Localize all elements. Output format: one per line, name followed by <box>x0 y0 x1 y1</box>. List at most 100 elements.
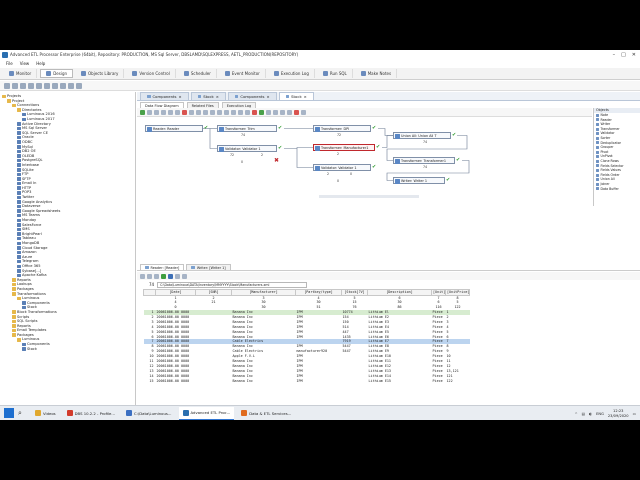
flow-node-trim[interactable]: Transformer: Trim ✔ <box>217 125 282 132</box>
cut-icon[interactable] <box>36 82 42 89</box>
windows-start-icon[interactable] <box>4 408 14 418</box>
delete-icon[interactable] <box>182 109 187 115</box>
mode-make-notes-button[interactable]: Make Notes <box>356 69 398 78</box>
search-icon[interactable] <box>76 82 82 89</box>
save-icon[interactable] <box>147 109 152 115</box>
document-tab[interactable]: Components × <box>140 92 189 100</box>
zoom-in-icon[interactable] <box>266 109 271 115</box>
minimize-button[interactable]: – <box>613 50 616 60</box>
notifications-icon[interactable]: ▭ <box>633 412 636 416</box>
table-cell[interactable]: [Stock]?V] <box>341 289 368 296</box>
notification-chevron-icon[interactable]: ^ <box>575 412 578 416</box>
table-cell[interactable]: 122 <box>445 378 470 384</box>
help-icon[interactable] <box>301 109 306 115</box>
flow-node-trans2[interactable]: Transformer: Transformer1 ✔ <box>393 157 460 164</box>
flow-node-val1[interactable]: Validator: Validator 1 ✔ <box>217 145 282 152</box>
menu-view[interactable]: View <box>20 60 30 68</box>
source-path-field[interactable]: C:\Data\Luminous\DATA\Inventory\MMYYYY\S… <box>157 281 308 288</box>
export-icon[interactable] <box>287 109 292 115</box>
redo-icon[interactable] <box>196 109 201 115</box>
paste-icon[interactable] <box>52 82 58 89</box>
data-flow-canvas[interactable]: Reader: Reader ✔ Transformer: Trim ✔ Validat… <box>137 117 592 199</box>
mode-version-control-button[interactable]: Version Control <box>127 69 176 78</box>
prev-icon[interactable] <box>147 273 152 279</box>
mode-run-sql-button[interactable]: Run SQL <box>318 69 353 78</box>
grid-icon[interactable] <box>231 109 236 115</box>
table-cell[interactable]: 20061006-00 0000 <box>155 378 196 384</box>
taskbar-app[interactable]: Data & ETL Services... <box>237 407 295 420</box>
table-cell[interactable]: [UnitPrice]IZ] <box>445 289 470 296</box>
open-icon[interactable] <box>12 82 18 89</box>
volume-icon[interactable]: ◐ <box>589 412 592 416</box>
close-icon[interactable]: × <box>266 93 269 101</box>
document-tab[interactable]: Components × <box>227 92 277 101</box>
palette-item[interactable]: Data Buffer <box>594 187 640 192</box>
align-bottom-icon[interactable] <box>224 109 229 115</box>
close-icon[interactable]: × <box>216 93 219 101</box>
mode-scheduler-button[interactable]: Scheduler <box>179 69 217 78</box>
menu-file[interactable]: File <box>6 60 13 68</box>
mode-objects-library-button[interactable]: Objects Library <box>76 69 125 78</box>
table-cell[interactable] <box>195 378 232 384</box>
add-icon[interactable] <box>161 273 166 279</box>
table-cell[interactable]: [Unit] <box>431 289 446 296</box>
tree-item[interactable]: Stock <box>0 347 135 352</box>
link-icon[interactable] <box>238 109 243 115</box>
zoom-out-icon[interactable] <box>273 109 278 115</box>
flow-node-reader[interactable]: Reader: Reader ✔ <box>145 125 208 132</box>
table-cell[interactable]: Lithium E15 <box>367 378 432 384</box>
taskbar-app[interactable]: DBS 10.2.2 - Profile... <box>63 407 119 420</box>
taskbar-app[interactable]: C:\Data\Luminous... <box>122 407 176 420</box>
document-tab[interactable]: Stock × <box>278 92 314 101</box>
taskbar-app[interactable]: Videos <box>31 407 60 420</box>
copy-icon[interactable] <box>168 109 173 115</box>
mode-design-button[interactable]: Design <box>40 69 74 78</box>
align-right-icon[interactable] <box>210 109 215 115</box>
network-icon[interactable]: ▤ <box>582 412 585 416</box>
delete-icon[interactable] <box>28 82 34 89</box>
export-icon[interactable] <box>182 273 187 279</box>
filter-icon[interactable] <box>175 273 180 279</box>
preview-tab[interactable]: Writer: [Writer 1] <box>186 264 231 270</box>
flow-node-writer[interactable]: Writer: Writer 1 ✔ <box>393 177 450 184</box>
preview-grid[interactable]: [Date] [SNR] [Manufacturer] [Partkey/type][… <box>143 289 470 384</box>
refresh-icon[interactable] <box>168 273 173 279</box>
close-icon[interactable]: × <box>304 93 307 101</box>
table-cell[interactable]: Piece <box>431 378 446 384</box>
project-tree[interactable]: Projects Project Connections Directories Lum… <box>0 92 136 410</box>
mode-monitor-button[interactable]: Monitor <box>4 69 38 78</box>
flow-node-dpi[interactable]: Transformer: DPI ✔ <box>313 125 376 132</box>
preview-tab[interactable]: Reader: [Reader] <box>140 264 185 270</box>
play-icon[interactable] <box>259 109 264 115</box>
cut-icon[interactable] <box>161 109 166 115</box>
unlink-icon[interactable] <box>245 109 250 115</box>
save-icon[interactable] <box>20 82 26 89</box>
document-tab[interactable]: Stock × <box>190 92 226 101</box>
flow-node-manu[interactable]: Transformer: Manufacturer1 ✔ <box>313 144 380 151</box>
table-cell[interactable] <box>341 378 368 384</box>
mode-event-monitor-button[interactable]: Event Monitor <box>220 69 266 78</box>
clock[interactable]: 12:23 23/09/2020 <box>608 409 629 418</box>
table-cell[interactable]: Banana Inc <box>231 378 296 384</box>
undo-icon[interactable] <box>189 109 194 115</box>
taskbar-app[interactable]: Advanced ETL Proc... <box>178 406 235 420</box>
close-button[interactable]: ✕ <box>632 50 636 60</box>
table-cell[interactable]: IPM <box>295 378 342 384</box>
first-icon[interactable] <box>140 273 145 279</box>
copy-icon[interactable] <box>44 82 50 89</box>
flow-node-union[interactable]: Union All: Union All T ✔ <box>393 132 456 139</box>
run-icon[interactable] <box>140 109 145 115</box>
next-icon[interactable] <box>154 273 159 279</box>
close-icon[interactable]: × <box>179 93 182 101</box>
stop-icon[interactable] <box>252 109 257 115</box>
mode-execution-log-button[interactable]: Execution Log <box>269 69 315 78</box>
print-icon[interactable] <box>154 109 159 115</box>
flow-node-val2[interactable]: Validator: Validator 1 ✔ <box>313 164 376 171</box>
refresh-icon[interactable] <box>60 82 66 89</box>
properties-icon[interactable] <box>68 82 74 89</box>
align-top-icon[interactable] <box>217 109 222 115</box>
zoom-fit-icon[interactable] <box>280 109 285 115</box>
menu-help[interactable]: Help <box>36 60 45 68</box>
new-icon[interactable] <box>4 82 10 89</box>
align-left-icon[interactable] <box>203 109 208 115</box>
